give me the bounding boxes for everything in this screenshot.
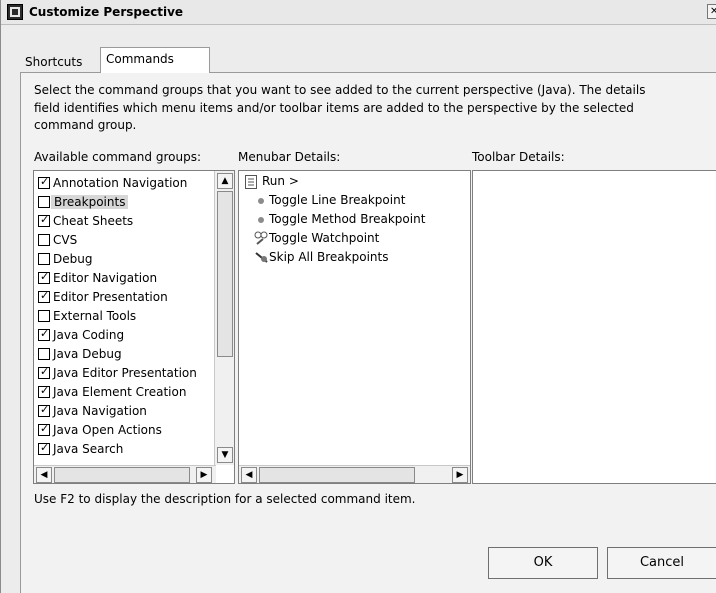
checkbox[interactable]: ✓: [38, 384, 50, 398]
command-group-label: Java Debug: [53, 347, 122, 361]
command-group-label: Java Open Actions: [53, 423, 162, 437]
command-group-label: Editor Presentation: [53, 290, 168, 304]
checkmark-icon: ✓: [40, 365, 50, 378]
checkmark-icon: ✓: [40, 270, 50, 283]
hint-text: Use F2 to display the description for a …: [34, 492, 416, 506]
command-group-label: Java Search: [53, 442, 124, 456]
scrollbar-thumb[interactable]: [259, 467, 415, 483]
menu-icon: [245, 175, 257, 189]
eclipse-app-icon: [7, 4, 23, 20]
horizontal-scrollbar[interactable]: ◀ ▶: [239, 465, 470, 483]
tree-item-label: Run >: [262, 174, 299, 188]
description-line: Select the command groups that you want …: [34, 83, 646, 97]
description-line: field identifies which menu items and/or…: [34, 100, 634, 115]
vertical-scrollbar[interactable]: ▲ ▼: [214, 171, 234, 465]
scroll-right-icon[interactable]: ▶: [452, 467, 468, 483]
ok-button[interactable]: OK: [488, 547, 598, 579]
checkbox[interactable]: ✓: [38, 403, 50, 417]
command-group-label: Editor Navigation: [53, 271, 158, 285]
cancel-button[interactable]: Cancel: [607, 547, 716, 579]
menubar-details-tree[interactable]: Run > Toggle Line Breakpoint Toggle Meth…: [238, 170, 471, 484]
command-group-label: Debug: [53, 252, 93, 266]
scrollbar-thumb[interactable]: [217, 191, 233, 357]
title-bar: Customize Perspective ✕: [1, 0, 716, 25]
tree-item-label: Toggle Watchpoint: [269, 231, 380, 245]
toolbar-details-tree[interactable]: [472, 170, 716, 484]
command-group-label: Java Navigation: [53, 404, 147, 418]
command-group-label: Annotation Navigation: [53, 176, 188, 190]
scroll-up-icon[interactable]: ▲: [217, 173, 233, 189]
scroll-left-icon[interactable]: ◀: [241, 467, 257, 483]
checkmark-icon: ✓: [40, 289, 50, 302]
command-group-label: Java Editor Presentation: [53, 366, 197, 380]
tab-commands[interactable]: Commands: [100, 47, 210, 73]
checkbox[interactable]: ✓: [38, 422, 50, 436]
skip-breakpoints-icon: [255, 252, 268, 263]
checkbox[interactable]: [38, 196, 50, 208]
command-group-label: Cheat Sheets: [53, 214, 134, 228]
checkmark-icon: ✓: [40, 403, 50, 416]
scroll-left-icon[interactable]: ◀: [36, 467, 52, 483]
command-group-label: Java Element Creation: [53, 385, 187, 399]
bullet-icon: [258, 198, 264, 204]
checkmark-icon: ✓: [40, 175, 50, 188]
checkbox[interactable]: ✓: [38, 213, 50, 227]
checkmark-icon: ✓: [40, 422, 50, 435]
checkbox[interactable]: [38, 253, 50, 265]
customize-perspective-dialog: Customize Perspective ✕ Shortcuts Comman…: [0, 0, 716, 593]
checkmark-icon: ✓: [40, 384, 50, 397]
command-group-label: Breakpoints: [51, 195, 129, 209]
menubar-details-label: Menubar Details:: [238, 150, 341, 164]
tree-item-label: Toggle Line Breakpoint: [269, 193, 406, 207]
watchpoint-icon: [254, 231, 268, 245]
tab-shortcuts[interactable]: Shortcuts: [20, 51, 106, 73]
checkbox[interactable]: [38, 234, 50, 246]
checkmark-icon: ✓: [40, 441, 50, 454]
scroll-right-icon[interactable]: ▶: [196, 467, 212, 483]
command-group-label: Java Coding: [53, 328, 125, 342]
checkbox[interactable]: [38, 348, 50, 360]
window-title: Customize Perspective: [29, 5, 184, 19]
tree-item-label: Toggle Method Breakpoint: [269, 212, 426, 226]
command-group-label: CVS: [53, 233, 78, 247]
checkbox[interactable]: ✓: [38, 175, 50, 189]
checkbox[interactable]: ✓: [38, 270, 50, 284]
checkbox[interactable]: ✓: [38, 441, 50, 455]
toolbar-details-label: Toolbar Details:: [472, 150, 565, 164]
checkmark-icon: ✓: [40, 213, 50, 226]
horizontal-scrollbar[interactable]: ◀ ▶: [34, 465, 216, 483]
command-groups-list[interactable]: ✓ Annotation Navigation Breakpoints ✓ Cheat …: [33, 170, 235, 484]
description-line: command group.: [34, 118, 137, 132]
checkbox[interactable]: [38, 310, 50, 322]
checkbox[interactable]: ✓: [38, 327, 50, 341]
scroll-down-icon[interactable]: ▼: [217, 447, 233, 463]
command-group-label: External Tools: [53, 309, 137, 323]
checkbox[interactable]: ✓: [38, 289, 50, 303]
checkmark-icon: ✓: [40, 327, 50, 340]
scrollbar-thumb[interactable]: [54, 467, 190, 483]
description-text: Select the command groups that you want …: [34, 82, 714, 135]
tree-item-label: Skip All Breakpoints: [269, 250, 389, 264]
close-icon[interactable]: ✕: [707, 4, 716, 19]
checkbox[interactable]: ✓: [38, 365, 50, 379]
available-groups-label: Available command groups:: [34, 150, 201, 164]
bullet-icon: [258, 217, 264, 223]
